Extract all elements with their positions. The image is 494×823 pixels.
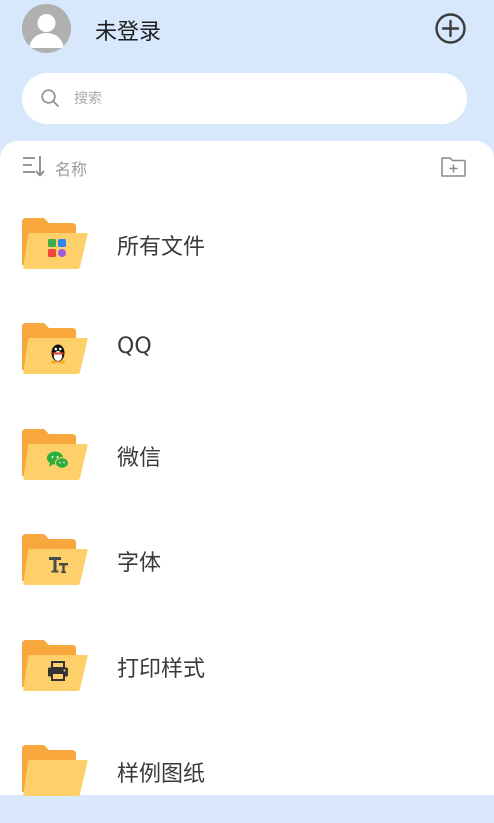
sort-bar: 名称 bbox=[0, 141, 494, 191]
avatar[interactable] bbox=[22, 4, 71, 53]
new-folder-icon[interactable] bbox=[440, 153, 467, 180]
add-button[interactable] bbox=[434, 12, 467, 45]
folder-icon bbox=[22, 218, 88, 269]
folder-label: 所有文件 bbox=[117, 235, 206, 260]
folder-icon bbox=[22, 428, 88, 480]
sort-label[interactable]: 名称 bbox=[55, 156, 87, 180]
folder-label: QQ bbox=[117, 334, 152, 360]
plus-circle-icon bbox=[435, 13, 466, 44]
folder-item-fonts[interactable]: 字体 bbox=[0, 507, 494, 612]
folder-icon bbox=[22, 744, 88, 796]
folder-icon bbox=[22, 323, 88, 375]
folder-label: 打印样式 bbox=[117, 656, 206, 682]
user-avatar-icon bbox=[22, 4, 71, 53]
sort-icon[interactable] bbox=[22, 154, 46, 178]
folder-item-wechat[interactable]: 微信 bbox=[0, 402, 494, 507]
folder-item-print-styles[interactable]: 打印样式 bbox=[0, 613, 494, 718]
folder-item-sample-drawings[interactable]: 样例图纸 bbox=[0, 718, 494, 823]
folder-label: 微信 bbox=[117, 445, 162, 471]
file-panel: 名称 所有文件 QQ 微信 字体 打印样式 样例图纸 bbox=[0, 141, 494, 796]
search-icon bbox=[41, 89, 59, 107]
search-input[interactable] bbox=[74, 73, 444, 124]
folder-label: 字体 bbox=[117, 551, 162, 577]
folder-icon bbox=[22, 534, 88, 586]
folder-label: 样例图纸 bbox=[117, 761, 206, 787]
user-name[interactable]: 未登录 bbox=[95, 14, 161, 46]
search-bar[interactable] bbox=[22, 73, 467, 124]
folder-item-qq[interactable]: QQ bbox=[0, 296, 494, 401]
header: 未登录 bbox=[0, 0, 494, 150]
folder-list: 所有文件 QQ 微信 字体 打印样式 样例图纸 bbox=[0, 191, 494, 823]
folder-item-all-files[interactable]: 所有文件 bbox=[0, 191, 494, 296]
folder-icon bbox=[22, 639, 88, 691]
